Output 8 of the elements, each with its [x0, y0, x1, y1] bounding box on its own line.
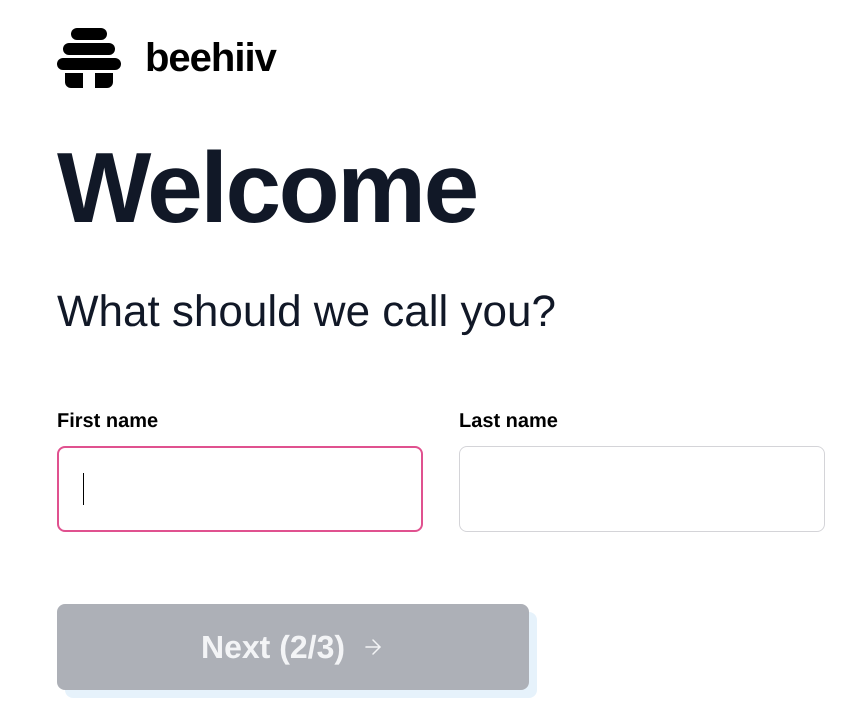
subheading: What should we call you?: [57, 290, 557, 334]
text-cursor: [83, 473, 84, 505]
text-field[interactable]: [57, 446, 423, 532]
welcome-heading: Welcome: [57, 138, 478, 238]
brand-name: beehiiv: [145, 35, 276, 82]
beehive-logo-icon: [57, 28, 121, 88]
field-label: Last name: [459, 409, 559, 434]
field-label: First name: [57, 409, 160, 434]
